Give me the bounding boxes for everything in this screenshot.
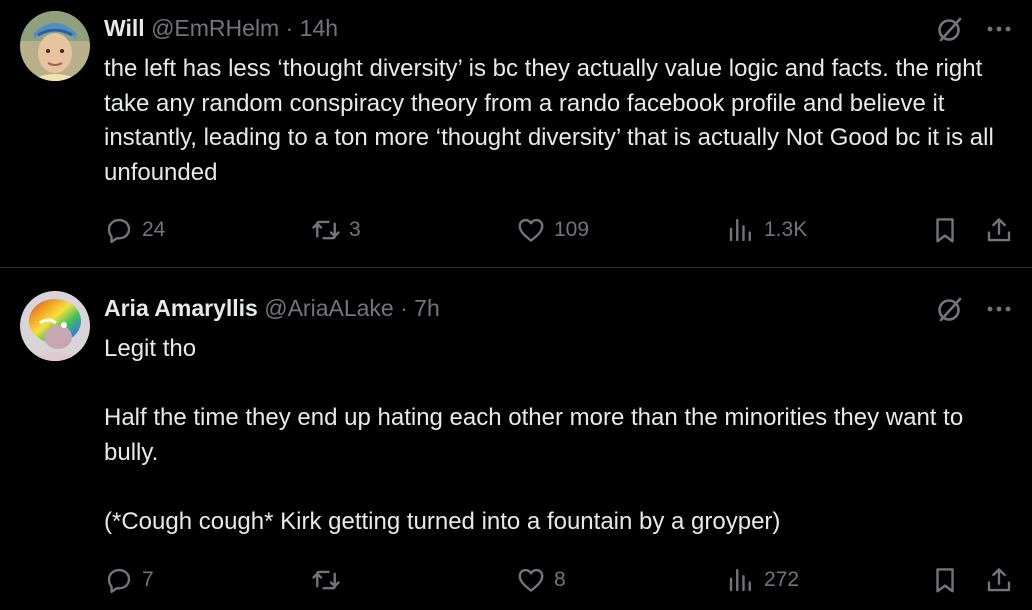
tweet-text: the left has less ‘thought diversity’ is…: [104, 52, 1014, 190]
separator: ·: [285, 15, 294, 41]
reply-bubble-icon: [107, 218, 131, 244]
bar-chart-icon: [729, 568, 751, 592]
handle[interactable]: @EmRHelm: [151, 15, 279, 41]
like-button[interactable]: 109: [516, 214, 589, 246]
handle[interactable]: @AriaALake: [264, 295, 393, 321]
tweet[interactable]: Aria Amaryllis @AriaALake · 7h Legit tho…: [0, 268, 1032, 610]
tweet-action-bar: 24 3 109 1.3K: [104, 214, 1014, 246]
separator: ·: [400, 295, 408, 321]
bookmark-button[interactable]: [930, 214, 960, 246]
tweet-paragraph: Legit tho: [104, 335, 197, 362]
more-dots-icon[interactable]: [986, 25, 1012, 33]
share-upload-icon: [987, 568, 1011, 592]
repost-button[interactable]: 3: [311, 214, 361, 246]
bar-chart-icon: [729, 218, 751, 242]
tweet[interactable]: Will @EmRHelm · 14h the left has less ‘t…: [0, 0, 1032, 268]
bookmark-icon: [936, 218, 954, 243]
display-name[interactable]: Will: [104, 15, 145, 41]
heart-icon: [518, 568, 544, 592]
more-dots-icon[interactable]: [986, 305, 1012, 313]
grok-slash-icon[interactable]: [936, 295, 964, 323]
bookmark-icon: [936, 568, 954, 593]
reply-button[interactable]: 7: [104, 564, 154, 596]
avatar[interactable]: [20, 11, 90, 81]
heart-icon: [518, 218, 544, 242]
views-button[interactable]: 272: [726, 564, 799, 596]
repost-arrows-icon: [312, 220, 340, 240]
repost-count: 3: [349, 218, 361, 241]
display-name[interactable]: Aria Amaryllis: [104, 295, 258, 321]
grok-slash-icon[interactable]: [936, 15, 964, 43]
tweet-paragraph: the left has less ‘thought diversity’ is…: [104, 55, 994, 186]
timestamp[interactable]: 7h: [414, 295, 440, 321]
tweet-top-actions: [936, 295, 1012, 323]
reply-count: 7: [142, 568, 154, 591]
reply-button[interactable]: 24: [104, 214, 165, 246]
tweet-action-bar: 7 8 272: [104, 564, 1014, 596]
reply-count: 24: [142, 218, 166, 241]
share-upload-icon: [987, 218, 1011, 242]
avatar[interactable]: [20, 291, 90, 361]
timestamp[interactable]: 14h: [300, 15, 338, 41]
view-count: 272: [764, 568, 800, 591]
tweet-paragraph: Half the time they end up hating each ot…: [104, 404, 964, 466]
like-button[interactable]: 8: [516, 564, 566, 596]
tweet-header: Will @EmRHelm · 14h: [104, 13, 338, 43]
like-count: 8: [554, 568, 566, 591]
tweet-header: Aria Amaryllis @AriaALake · 7h: [104, 293, 440, 323]
reply-bubble-icon: [107, 568, 131, 594]
like-count: 109: [554, 218, 590, 241]
share-button[interactable]: [984, 214, 1014, 246]
share-button[interactable]: [984, 564, 1014, 596]
bookmark-button[interactable]: [930, 564, 960, 596]
tweet-paragraph: (*Cough cough* Kirk getting turned into …: [104, 507, 781, 535]
view-count: 1.3K: [764, 218, 808, 241]
views-button[interactable]: 1.3K: [726, 214, 807, 246]
repost-button[interactable]: [311, 564, 349, 596]
tweet-text: Legit tho Half the time they end up hati…: [104, 332, 1014, 539]
repost-arrows-icon: [312, 570, 340, 590]
tweet-top-actions: [936, 15, 1012, 43]
